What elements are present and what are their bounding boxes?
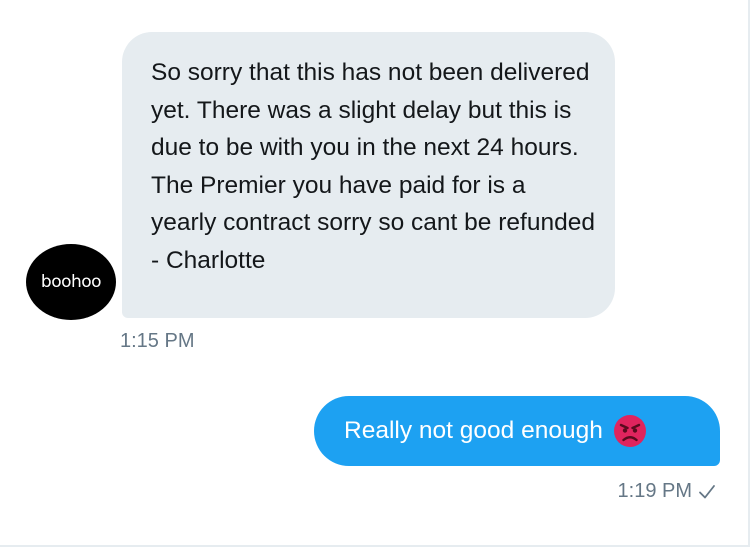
sent-message-meta: 1:19 PM	[618, 480, 716, 503]
sent-message-timestamp: 1:19 PM	[617, 480, 692, 502]
received-message-text: So sorry that this has not been delivere…	[151, 59, 595, 274]
sent-message-bubble[interactable]: Really not good enough	[314, 396, 720, 466]
received-message-bubble[interactable]: So sorry that this has not been delivere…	[122, 32, 615, 318]
checkmark-icon	[699, 484, 715, 498]
angry-face-icon	[613, 415, 646, 447]
received-message-timestamp: 1:15 PM	[120, 330, 195, 352]
avatar[interactable]: boohoo	[26, 244, 116, 320]
avatar-logo-text: boohoo	[40, 272, 102, 292]
sent-message-text: Really not good enough	[344, 417, 603, 444]
